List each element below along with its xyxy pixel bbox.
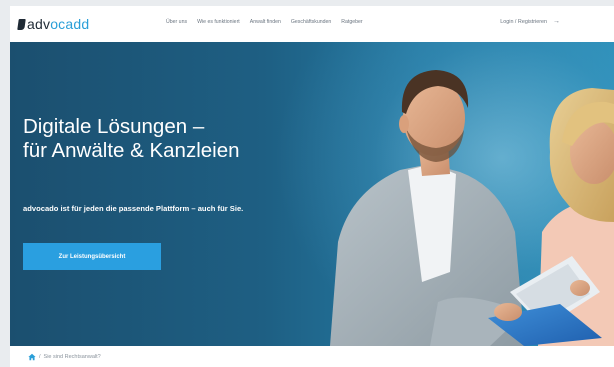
logo-text: advocadd <box>27 16 90 32</box>
hero-title-line-1: Digitale Lösungen – <box>23 115 205 138</box>
breadcrumb-current[interactable]: Sie sind Rechtsanwalt? <box>44 354 101 360</box>
breadcrumb: / Sie sind Rechtsanwalt? <box>10 346 614 367</box>
login-link[interactable]: Login / Registrieren → <box>500 18 560 25</box>
hero-banner: Digitale Lösungen – für Anwälte & Kanzle… <box>10 42 614 346</box>
service-overview-button[interactable]: Zur Leistungsübersicht <box>23 243 161 270</box>
menu-item-about[interactable]: Über uns <box>166 19 187 25</box>
menu-item-guide[interactable]: Ratgeber <box>341 19 362 25</box>
arrow-right-icon: → <box>553 18 560 25</box>
menu-item-how-it-works[interactable]: Wie es funktioniert <box>197 19 240 25</box>
logo-mark-icon <box>17 18 26 30</box>
home-icon[interactable] <box>28 353 36 361</box>
main-menu: Über uns Wie es funktioniert Anwalt find… <box>166 19 373 25</box>
breadcrumb-separator: / <box>39 353 41 360</box>
login-label: Login / Registrieren <box>500 18 547 25</box>
logo[interactable]: advocadd <box>17 15 90 33</box>
hero-image-people <box>330 70 614 346</box>
menu-item-business[interactable]: Geschäftskunden <box>291 19 331 25</box>
top-navigation: advocadd Über uns Wie es funktioniert An… <box>10 6 614 42</box>
hero-title-line-2: für Anwälte & Kanzleien <box>23 139 240 162</box>
page: advocadd Über uns Wie es funktioniert An… <box>10 6 614 367</box>
hero-title: Digitale Lösungen – für Anwälte & Kanzle… <box>23 115 323 163</box>
menu-item-find-lawyer[interactable]: Anwalt finden <box>250 19 281 25</box>
hero-subtitle: advocado ist für jeden die passende Plat… <box>23 204 244 213</box>
